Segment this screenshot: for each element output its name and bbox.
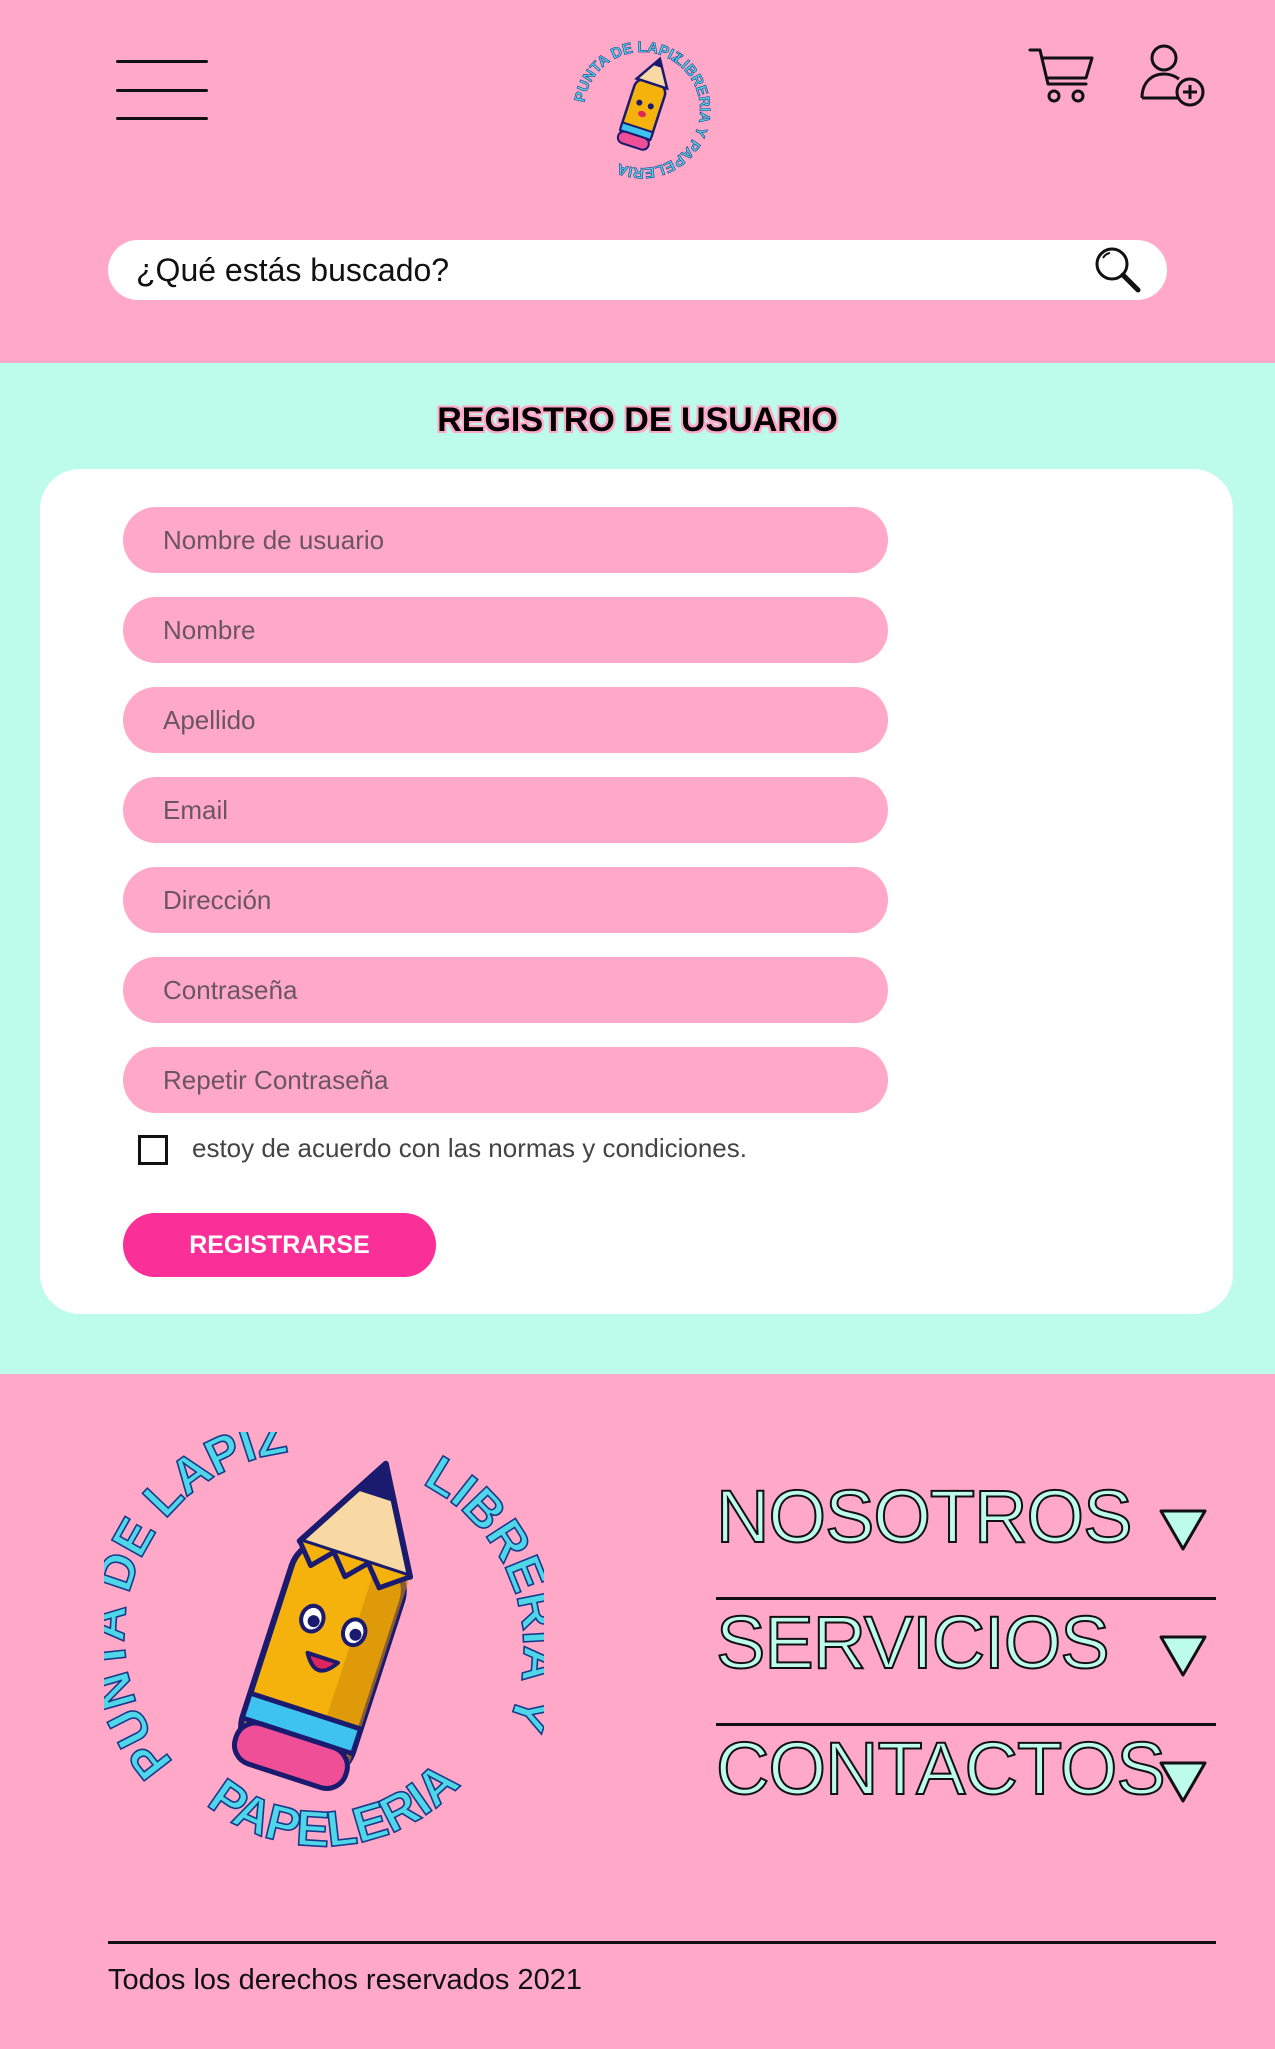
svg-text:PUNTA DE LAPIZ: PUNTA DE LAPIZ <box>572 39 686 104</box>
footer-menu: NOSOTROS SERVICIOS CONTACTOS <box>715 1474 1216 1852</box>
footer: PUNTA DE LAPIZ LIBRERIA Y PAPELERIA NOSO… <box>0 1374 1275 2049</box>
menu-item-nosotros[interactable]: NOSOTROS <box>715 1474 1216 1600</box>
menu-item-label: NOSOTROS <box>715 1475 1133 1558</box>
first-name-field[interactable] <box>123 597 888 663</box>
footer-logo: PUNTA DE LAPIZ LIBRERIA Y PAPELERIA <box>104 1432 544 1852</box>
username-field[interactable] <box>123 507 888 573</box>
user-add-icon[interactable] <box>1140 42 1206 108</box>
menu-item-contactos[interactable]: CONTACTOS <box>715 1726 1216 1852</box>
search-icon[interactable] <box>1092 244 1144 296</box>
footer-logo-text-right: LIBRERIA Y <box>416 1444 544 1739</box>
triangle-down-icon <box>1159 1635 1207 1677</box>
terms-label: estoy de acuerdo con las normas y condic… <box>192 1133 747 1163</box>
copyright-text: Todos los derechos reservados 2021 <box>108 1964 582 1996</box>
header: PUNTA DE LAPIZ LIBRERIA Y PAPELERIA <box>0 0 1275 363</box>
address-field[interactable] <box>123 867 888 933</box>
repeat-password-field[interactable] <box>123 1047 888 1113</box>
menu-item-label: SERVICIOS <box>715 1601 1111 1684</box>
pencil-mascot-icon <box>231 1460 414 1791</box>
registration-section: REGISTRO DE USUARIO estoy de acuerdo con… <box>0 363 1275 1374</box>
register-button[interactable]: REGISTRARSE <box>123 1213 436 1277</box>
email-field[interactable] <box>123 777 888 843</box>
registration-form: estoy de acuerdo con las normas y condic… <box>40 469 1233 1314</box>
last-name-field[interactable] <box>123 687 888 753</box>
search-bar <box>108 240 1167 300</box>
menu-icon[interactable] <box>116 60 208 122</box>
search-input[interactable] <box>136 240 1096 300</box>
page-title: REGISTRO DE USUARIO <box>437 401 838 439</box>
terms-checkbox[interactable] <box>138 1135 168 1165</box>
footer-divider <box>108 1941 1216 1944</box>
triangle-down-icon <box>1159 1509 1207 1551</box>
triangle-down-icon <box>1159 1761 1207 1803</box>
password-field[interactable] <box>123 957 888 1023</box>
menu-item-label: CONTACTOS <box>715 1727 1167 1810</box>
svg-text:LIBRERIA Y: LIBRERIA Y <box>417 1445 544 1738</box>
logo-text-top: PUNTA DE LAPIZ <box>571 39 686 104</box>
logo[interactable]: PUNTA DE LAPIZ LIBRERIA Y PAPELERIA <box>568 36 716 184</box>
menu-item-servicios[interactable]: SERVICIOS <box>715 1600 1216 1726</box>
cart-icon[interactable] <box>1028 44 1096 104</box>
